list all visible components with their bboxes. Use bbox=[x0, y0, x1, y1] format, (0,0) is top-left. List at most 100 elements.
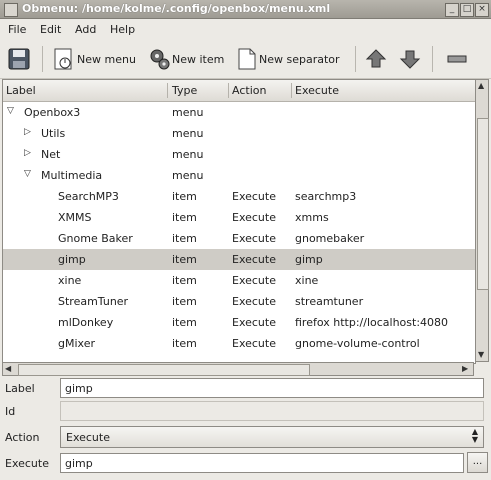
new-menu-button[interactable]: New menu bbox=[53, 45, 136, 73]
label-caption: Label bbox=[5, 382, 35, 395]
row-label: mlDonkey bbox=[58, 316, 114, 329]
row-label: Multimedia bbox=[41, 169, 103, 182]
action-select[interactable]: Execute ▲ ▼ bbox=[60, 426, 484, 448]
browse-button[interactable]: ... bbox=[467, 452, 488, 473]
combo-arrows-icon: ▲ ▼ bbox=[471, 427, 478, 444]
row-label: Openbox3 bbox=[24, 106, 81, 119]
document-icon bbox=[238, 48, 256, 70]
tree-row[interactable]: XMMS item Execute xmms bbox=[3, 207, 475, 228]
column-header-type[interactable]: Type bbox=[172, 84, 197, 97]
gears-icon bbox=[150, 49, 170, 70]
expander-open-icon[interactable]: ▽ bbox=[7, 106, 14, 116]
maximize-icon[interactable]: □ bbox=[460, 3, 474, 17]
row-type: item bbox=[172, 316, 197, 329]
row-label: Utils bbox=[41, 127, 66, 140]
toolbar-separator bbox=[432, 46, 433, 72]
toolbar-separator bbox=[355, 46, 356, 72]
row-execute: firefox http://localhost:4080 bbox=[295, 316, 449, 329]
row-execute: xmms bbox=[295, 211, 329, 224]
id-field[interactable] bbox=[60, 401, 484, 421]
id-caption: Id bbox=[5, 405, 16, 418]
scroll-down-icon[interactable]: ▼ bbox=[478, 350, 484, 359]
column-header-action[interactable]: Action bbox=[232, 84, 266, 97]
arrow-down-icon bbox=[399, 50, 421, 69]
menu-tree[interactable]: Label Type Action Execute ▽ Openbox3 menu ▷… bbox=[2, 79, 476, 364]
row-label: Gnome Baker bbox=[58, 232, 133, 245]
expander-open-icon[interactable]: ▽ bbox=[24, 169, 31, 179]
row-action: Execute bbox=[232, 190, 276, 203]
row-label: gMixer bbox=[58, 337, 95, 350]
execute-caption: Execute bbox=[5, 457, 49, 470]
row-action: Execute bbox=[232, 232, 276, 245]
scroll-right-icon[interactable]: ▶ bbox=[462, 364, 468, 373]
tree-row[interactable]: Gnome Baker item Execute gnomebaker bbox=[3, 228, 475, 249]
tree-row[interactable]: gMixer item Execute gnome-volume-control bbox=[3, 333, 475, 354]
row-execute: searchmp3 bbox=[295, 190, 357, 203]
row-type: item bbox=[172, 295, 197, 308]
row-type: menu bbox=[172, 148, 204, 161]
row-action: Execute bbox=[232, 337, 276, 350]
tree-row[interactable]: ▷ Net menu bbox=[3, 144, 475, 165]
scrollbar-thumb[interactable] bbox=[18, 364, 310, 376]
tree-row[interactable]: gimp item Execute gimp bbox=[3, 249, 475, 270]
expander-closed-icon[interactable]: ▷ bbox=[24, 127, 31, 137]
horizontal-scrollbar[interactable]: ◀ ▶ bbox=[2, 362, 474, 376]
row-label: XMMS bbox=[58, 211, 92, 224]
tree-header: Label Type Action Execute bbox=[3, 80, 475, 102]
row-action: Execute bbox=[232, 274, 276, 287]
row-execute: streamtuner bbox=[295, 295, 364, 308]
tree-row[interactable]: StreamTuner item Execute streamtuner bbox=[3, 291, 475, 312]
menu-help[interactable]: Help bbox=[110, 23, 135, 36]
row-action: Execute bbox=[232, 295, 276, 308]
move-up-button[interactable] bbox=[365, 45, 387, 73]
expander-closed-icon[interactable]: ▷ bbox=[24, 148, 31, 158]
column-header-label[interactable]: Label bbox=[6, 84, 36, 97]
column-header-execute[interactable]: Execute bbox=[295, 84, 339, 97]
save-button[interactable] bbox=[7, 45, 31, 73]
row-label: Net bbox=[41, 148, 61, 161]
menu-add[interactable]: Add bbox=[75, 23, 96, 36]
app-icon[interactable] bbox=[4, 3, 18, 17]
save-icon bbox=[8, 48, 30, 70]
new-menu-label: New menu bbox=[77, 52, 136, 66]
window-title: Obmenu: /home/kolme/.config/openbox/menu… bbox=[22, 2, 331, 15]
row-action: Execute bbox=[232, 316, 276, 329]
scroll-left-icon[interactable]: ◀ bbox=[5, 364, 11, 373]
new-item-button[interactable]: New item bbox=[149, 45, 224, 73]
menu-edit[interactable]: Edit bbox=[40, 23, 61, 36]
row-type: menu bbox=[172, 127, 204, 140]
new-menu-icon bbox=[54, 48, 72, 70]
row-action: Execute bbox=[232, 253, 276, 266]
menu-file[interactable]: File bbox=[8, 23, 26, 36]
vertical-scrollbar[interactable]: ▲ ▼ bbox=[475, 79, 489, 362]
minimize-icon[interactable]: _ bbox=[445, 3, 459, 17]
new-separator-button[interactable]: New separator bbox=[237, 45, 340, 73]
close-icon[interactable]: × bbox=[475, 3, 489, 17]
toolbar-separator bbox=[42, 46, 43, 72]
row-label: SearchMP3 bbox=[58, 190, 119, 203]
tree-row[interactable]: mlDonkey item Execute firefox http://localh… bbox=[3, 312, 475, 333]
row-execute: gimp bbox=[295, 253, 323, 266]
row-type: menu bbox=[172, 169, 204, 182]
tree-row[interactable]: xine item Execute xine bbox=[3, 270, 475, 291]
move-down-button[interactable] bbox=[399, 45, 421, 73]
label-field[interactable]: gimp bbox=[60, 378, 484, 398]
toolbar: New menu New item New separator bbox=[0, 40, 491, 79]
scrollbar-thumb[interactable] bbox=[477, 118, 489, 290]
tree-row[interactable]: ▽ Multimedia menu bbox=[3, 165, 475, 186]
column-divider bbox=[291, 83, 292, 98]
row-execute: gnomebaker bbox=[295, 232, 365, 245]
row-execute: gnome-volume-control bbox=[295, 337, 420, 350]
new-separator-label: New separator bbox=[259, 52, 340, 66]
column-divider bbox=[228, 83, 229, 98]
scroll-up-icon[interactable]: ▲ bbox=[478, 81, 484, 90]
tree-row[interactable]: ▷ Utils menu bbox=[3, 123, 475, 144]
row-type: item bbox=[172, 274, 197, 287]
tree-row[interactable]: SearchMP3 item Execute searchmp3 bbox=[3, 186, 475, 207]
remove-button[interactable] bbox=[446, 45, 468, 73]
row-type: item bbox=[172, 337, 197, 350]
row-execute: xine bbox=[295, 274, 319, 287]
tree-row[interactable]: ▽ Openbox3 menu bbox=[3, 102, 475, 123]
execute-field[interactable]: gimp bbox=[60, 453, 464, 473]
action-caption: Action bbox=[5, 431, 40, 444]
